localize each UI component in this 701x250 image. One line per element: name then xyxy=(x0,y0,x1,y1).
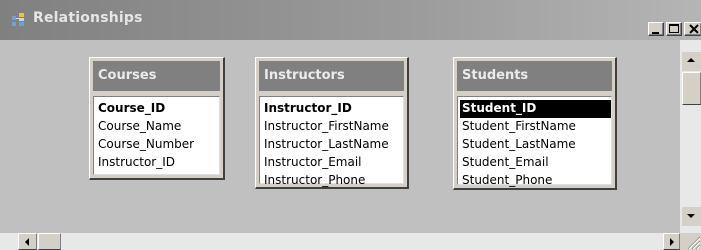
table-title[interactable]: Instructors xyxy=(259,61,404,91)
field-list[interactable]: Instructor_ID Instructor_FirstName Instruc… xyxy=(259,96,404,187)
table-courses[interactable]: Courses Course_ID Course_Name Course_Numbe… xyxy=(89,57,225,180)
field-item[interactable]: Instructor_ID xyxy=(262,100,403,118)
title-bar[interactable]: Relationships xyxy=(0,0,701,40)
field-list[interactable]: Course_ID Course_Name Course_Number Instruc… xyxy=(93,96,220,175)
field-item[interactable]: Student_LastName xyxy=(460,136,611,154)
field-item[interactable]: Instructor_FirstName xyxy=(262,118,403,136)
relationships-canvas[interactable]: Courses Course_ID Course_Name Course_Numbe… xyxy=(0,40,680,250)
window-title: Relationships xyxy=(33,10,143,26)
field-item[interactable]: Course_ID xyxy=(96,100,219,118)
maximize-icon xyxy=(669,24,679,33)
field-item[interactable]: Instructor_Phone xyxy=(262,172,403,190)
table-title[interactable]: Courses xyxy=(93,61,220,91)
scroll-left-button[interactable] xyxy=(18,233,37,250)
arrow-up-icon xyxy=(687,58,695,62)
field-item[interactable]: Instructor_LastName xyxy=(262,136,403,154)
field-item[interactable]: Student_FirstName xyxy=(460,118,611,136)
horizontal-scroll-thumb[interactable] xyxy=(38,233,61,250)
field-item[interactable]: Student_Phone xyxy=(460,172,611,190)
arrow-right-icon xyxy=(670,238,674,246)
resize-grip-icon xyxy=(687,236,701,250)
table-students[interactable]: Students Student_ID Student_FirstName Stud… xyxy=(453,57,617,190)
scroll-down-button[interactable] xyxy=(682,207,701,226)
horizontal-scrollbar[interactable] xyxy=(0,233,680,250)
relationships-window: Relationships Courses Course_ID Course_Na… xyxy=(0,0,701,250)
close-icon xyxy=(689,24,699,34)
size-grip[interactable] xyxy=(680,233,701,250)
minimize-icon xyxy=(652,32,659,34)
relationships-icon xyxy=(12,13,26,26)
close-button[interactable] xyxy=(684,22,701,36)
maximize-button[interactable] xyxy=(666,22,682,36)
field-item[interactable]: Course_Number xyxy=(96,136,219,154)
scroll-right-button[interactable] xyxy=(663,233,680,250)
vertical-scroll-thumb[interactable] xyxy=(682,72,701,105)
vertical-scrollbar[interactable] xyxy=(680,40,701,250)
table-title[interactable]: Students xyxy=(457,61,612,91)
arrow-left-icon xyxy=(25,238,29,246)
table-instructors[interactable]: Instructors Instructor_ID Instructor_Firs… xyxy=(255,57,409,189)
field-item[interactable]: Student_ID xyxy=(460,100,611,118)
field-item[interactable]: Student_Email xyxy=(460,154,611,172)
field-list[interactable]: Student_ID Student_FirstName Student_LastN… xyxy=(457,96,612,187)
field-item[interactable]: Course_Name xyxy=(96,118,219,136)
field-item[interactable]: Instructor_Email xyxy=(262,154,403,172)
scroll-up-button[interactable] xyxy=(682,52,701,71)
field-item[interactable]: Instructor_ID xyxy=(96,154,219,172)
arrow-down-icon xyxy=(687,214,695,218)
minimize-button[interactable] xyxy=(648,22,664,36)
